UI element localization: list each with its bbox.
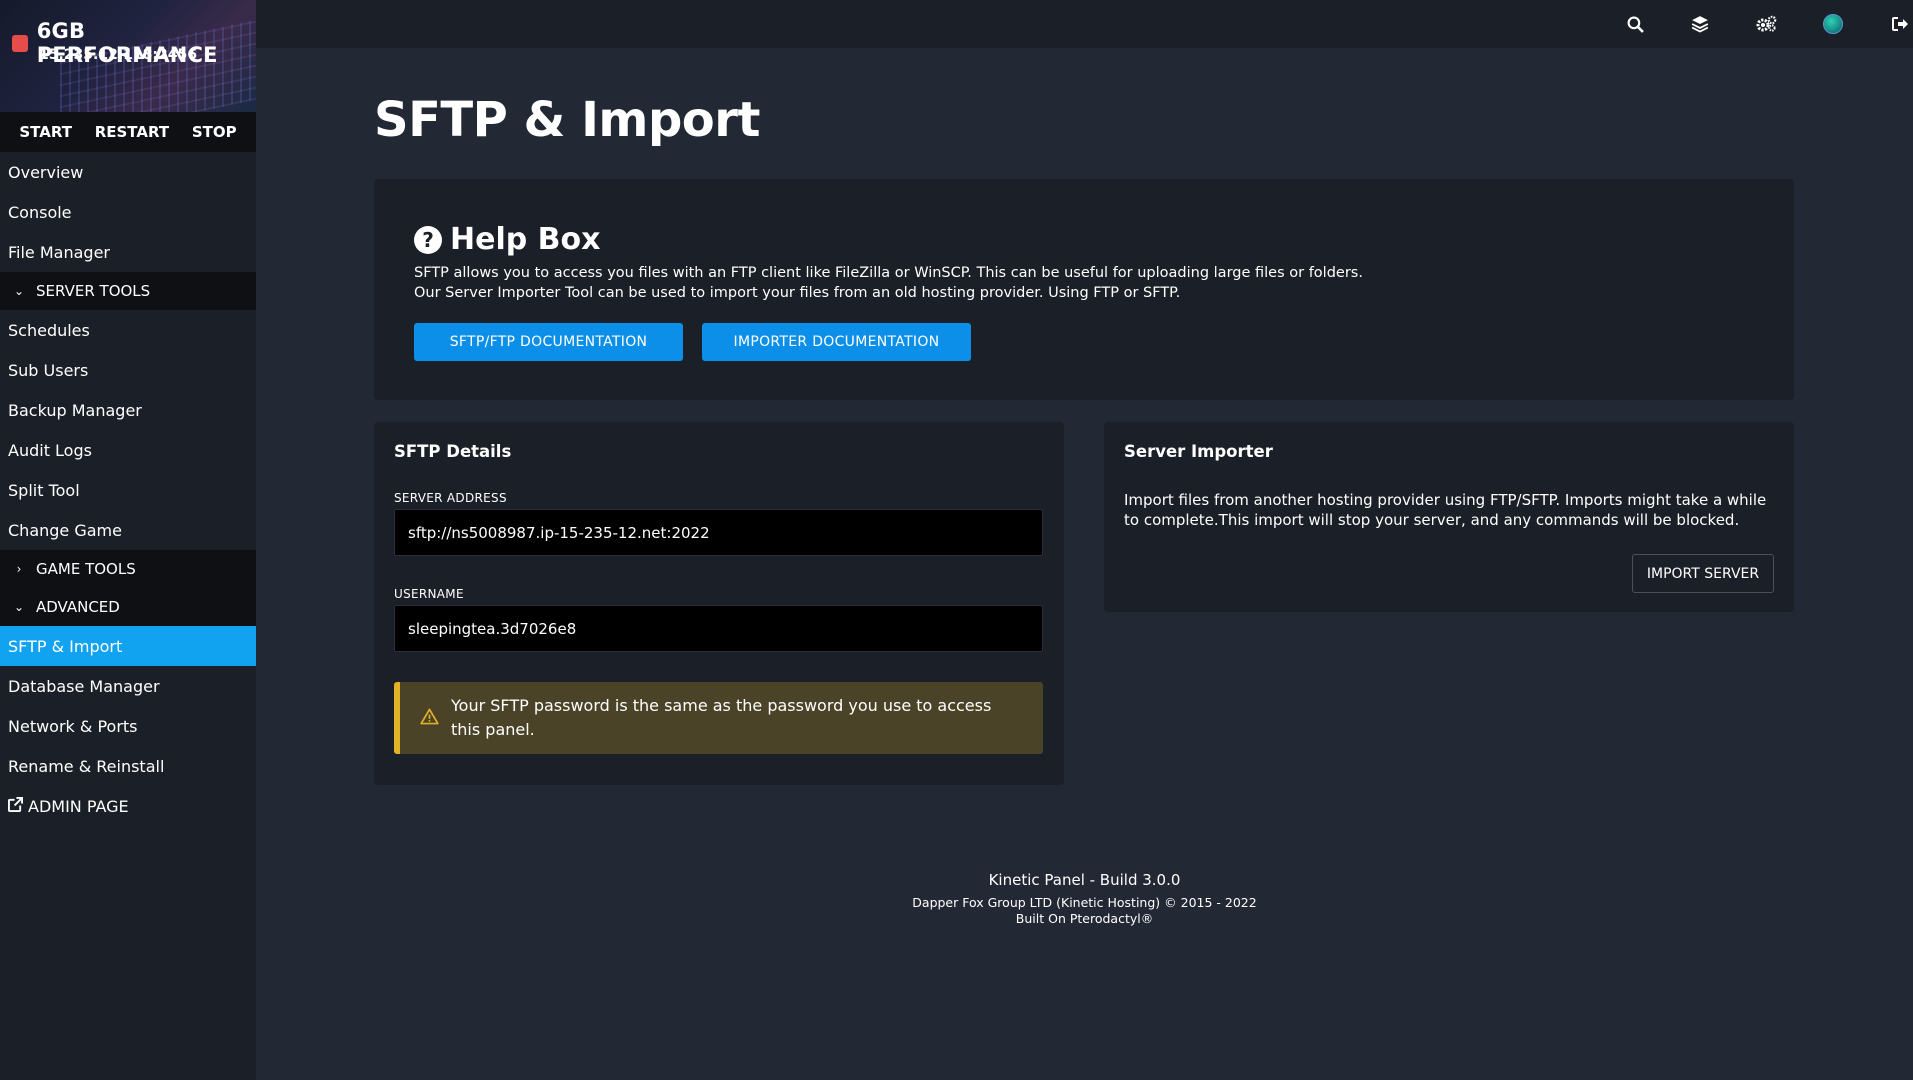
power-controls: START RESTART STOP <box>0 112 256 152</box>
footer-build: Kinetic Panel - Build 3.0.0 <box>988 871 1181 889</box>
warning-triangle-icon <box>420 706 439 730</box>
sidebar-item-audit-logs[interactable]: Audit Logs <box>0 430 256 470</box>
footer: Kinetic Panel - Build 3.0.0 Dapper Fox G… <box>256 871 1913 927</box>
top-bar <box>256 0 1913 48</box>
sidebar-item-database-manager[interactable]: Database Manager <box>0 666 256 706</box>
question-circle-icon: ? <box>414 225 442 254</box>
sidebar-item-sftp-import[interactable]: SFTP & Import <box>0 626 256 666</box>
import-server-button[interactable]: IMPORT SERVER <box>1632 554 1774 593</box>
sidebar-item-backup-manager[interactable]: Backup Manager <box>0 390 256 430</box>
username-label: USERNAME <box>394 587 464 601</box>
chevron-down-icon: ⌄ <box>13 284 25 298</box>
sidebar-item-admin-page[interactable]: ADMIN PAGE <box>0 786 256 826</box>
help-box-title: ? Help Box <box>414 222 600 257</box>
section-label: ADVANCED <box>36 598 120 616</box>
section-label: SERVER TOOLS <box>36 282 151 300</box>
section-label: GAME TOOLS <box>36 560 136 578</box>
help-box-heading: Help Box <box>450 222 601 257</box>
server-importer-card: Server Importer Import files from anothe… <box>1104 422 1794 612</box>
card-title: Server Importer <box>1124 442 1273 461</box>
server-header: 6GB PERFORMANCE 15.235.12.118:2456 <box>0 0 256 112</box>
stop-button[interactable]: STOP <box>192 123 237 141</box>
server-address-label: SERVER ADDRESS <box>394 491 507 505</box>
avatar[interactable] <box>1821 12 1845 36</box>
search-icon[interactable] <box>1623 12 1647 36</box>
sidebar-item-sub-users[interactable]: Sub Users <box>0 350 256 390</box>
sidebar-item-overview[interactable]: Overview <box>0 152 256 192</box>
warning-text: Your SFTP password is the same as the pa… <box>451 696 992 739</box>
sidebar-item-file-manager[interactable]: File Manager <box>0 232 256 272</box>
layers-icon[interactable] <box>1688 12 1712 36</box>
password-warning: Your SFTP password is the same as the pa… <box>394 682 1043 754</box>
user-avatar-image <box>1823 14 1843 34</box>
sftp-details-card: SFTP Details SERVER ADDRESS USERNAME You… <box>374 422 1064 785</box>
help-box: ? Help Box SFTP allows you to access you… <box>374 179 1794 400</box>
main-content: SFTP & Import ? Help Box SFTP allows you… <box>256 48 1913 1080</box>
sidebar-item-schedules[interactable]: Schedules <box>0 310 256 350</box>
sidebar-section-advanced[interactable]: ⌄ ADVANCED <box>0 588 256 626</box>
sidebar-item-console[interactable]: Console <box>0 192 256 232</box>
server-importer-description: Import files from another hosting provid… <box>1124 491 1767 529</box>
sidebar-item-label: ADMIN PAGE <box>28 796 129 816</box>
help-text-line: Our Server Importer Tool can be used to … <box>414 285 1181 301</box>
chevron-right-icon: › <box>16 562 22 576</box>
help-box-text: SFTP allows you to access you files with… <box>414 263 1363 303</box>
gears-icon[interactable] <box>1754 12 1778 36</box>
start-button[interactable]: START <box>19 123 72 141</box>
page-title: SFTP & Import <box>374 92 760 148</box>
sidebar-item-change-game[interactable]: Change Game <box>0 510 256 550</box>
logout-icon[interactable] <box>1888 12 1912 36</box>
chevron-down-icon: ⌄ <box>13 600 25 614</box>
server-ip[interactable]: 15.235.12.118:2456 <box>39 47 197 63</box>
sidebar-section-server-tools[interactable]: ⌄ SERVER TOOLS <box>0 272 256 310</box>
footer-built-on: Built On Pterodactyl® <box>1015 911 1154 926</box>
help-text-line: SFTP allows you to access you files with… <box>414 265 1363 281</box>
footer-copyright: Dapper Fox Group LTD (Kinetic Hosting) ©… <box>912 895 1257 910</box>
server-address-field[interactable] <box>394 509 1043 556</box>
server-status-indicator <box>12 34 28 52</box>
importer-documentation-button[interactable]: IMPORTER DOCUMENTATION <box>702 323 971 361</box>
sidebar-section-game-tools[interactable]: › GAME TOOLS <box>0 550 256 588</box>
username-field[interactable] <box>394 605 1043 652</box>
sftp-documentation-button[interactable]: SFTP/FTP DOCUMENTATION <box>414 323 683 361</box>
sidebar-item-split-tool[interactable]: Split Tool <box>0 470 256 510</box>
sidebar-nav: Overview Console File Manager ⌄ SERVER T… <box>0 152 256 826</box>
external-link-icon <box>8 796 23 816</box>
card-title: SFTP Details <box>394 442 512 461</box>
sidebar-item-network-ports[interactable]: Network & Ports <box>0 706 256 746</box>
sidebar-item-rename-reinstall[interactable]: Rename & Reinstall <box>0 746 256 786</box>
restart-button[interactable]: RESTART <box>95 123 169 141</box>
sidebar: 6GB PERFORMANCE 15.235.12.118:2456 START… <box>0 0 256 1080</box>
